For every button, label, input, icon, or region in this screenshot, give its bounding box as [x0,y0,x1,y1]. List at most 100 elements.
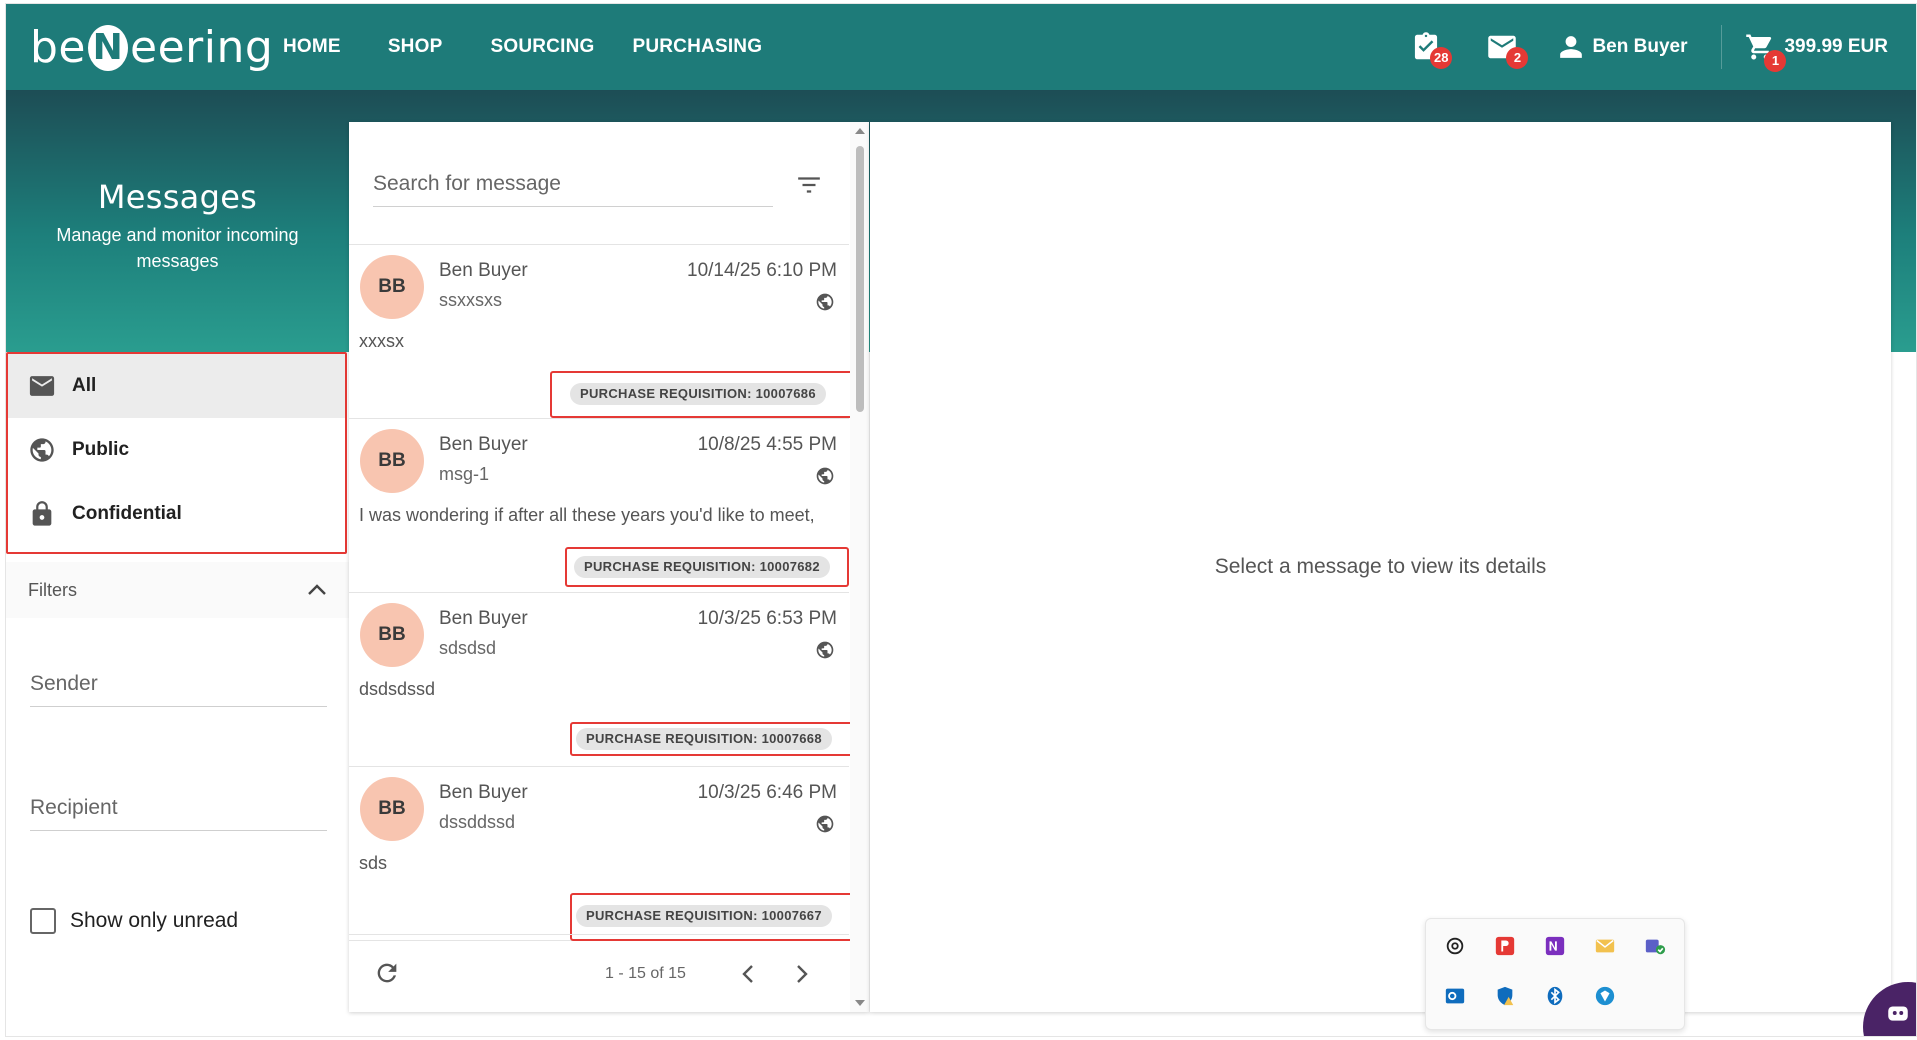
user-name: Ben Buyer [1592,36,1688,57]
folder-label: Confidential [72,503,182,524]
pagination-range: 1 - 15 of 15 [605,965,686,982]
mail-button[interactable]: 2 [1482,27,1529,69]
folder-label: All [72,375,97,396]
avatar: BB [360,777,424,841]
message-item[interactable]: BB Ben Buyer 10/14/25 6:10 PM ssxxsxs xx… [349,245,858,419]
folder-label: Public [72,439,130,460]
onenote-icon[interactable] [1544,935,1566,957]
folder-all[interactable]: All [8,354,345,418]
message-date: 10/14/25 6:10 PM [687,260,837,281]
app-window: be Neering HOME SHOP SOURCING PURCHASING … [5,3,1917,1037]
brand-logo[interactable]: be Neering [30,22,273,73]
message-list-panel: Search for message BB Ben Buyer 10/14/25… [349,122,869,1012]
cart-badge: 1 [1764,50,1787,72]
globe-icon [816,293,834,311]
message-sender: Ben Buyer [439,608,528,629]
header-actions: 28 2 Ben Buyer 1 399.99 EUR [1406,4,1916,90]
message-sender: Ben Buyer [439,260,528,281]
unread-label: Show only unread [70,909,239,932]
message-item[interactable]: BB Ben Buyer 10/8/25 4:55 PM msg-1 I was… [349,419,849,593]
tasks-button[interactable]: 28 [1406,27,1453,69]
recipient-placeholder: Recipient [30,796,118,819]
mail-icon [29,376,55,396]
bluetooth-icon[interactable] [1544,985,1566,1007]
requisition-tag[interactable]: PURCHASE REQUISITION: 10007686 [570,383,826,405]
tasks-badge: 28 [1429,47,1453,69]
message-date: 10/8/25 4:55 PM [697,434,837,455]
filter-icon[interactable] [796,174,822,196]
message-date: 10/3/25 6:46 PM [697,782,837,803]
sender-placeholder: Sender [30,672,98,695]
messages-sidebar: All Public Confidential Filters Sender R… [6,352,349,1036]
person-icon [1560,36,1583,58]
nav-purchasing[interactable]: PURCHASING [632,36,781,58]
logo-suffix: eering [130,22,274,73]
vpn-icon[interactable] [1594,985,1616,1007]
nav-shop[interactable]: SHOP [388,36,491,58]
avatar: BB [360,255,424,319]
mail-app-icon[interactable] [1594,935,1616,957]
mail-badge: 2 [1506,47,1529,69]
top-navigation-bar: be Neering HOME SHOP SOURCING PURCHASING … [6,4,1916,90]
page-title: Messages [97,178,258,216]
message-subject: ssxxsxs [439,290,502,310]
globe-icon [30,438,54,462]
security-shield-icon[interactable] [1494,985,1516,1007]
message-subject: dssddssd [439,812,516,832]
checkbox-box[interactable] [30,908,56,934]
lock-icon [32,501,52,526]
teams-icon[interactable] [1644,935,1666,957]
sender-field[interactable]: Sender [30,672,327,707]
nav-home[interactable]: HOME [278,36,388,58]
avatar: BB [360,429,424,493]
message-preview: I was wondering if after all these years… [359,505,815,525]
chevron-right-icon[interactable] [795,964,809,984]
folder-confidential[interactable]: Confidential [8,482,345,546]
message-item[interactable]: BB Ben Buyer 10/3/25 6:46 PM dssddssd sd… [349,767,855,941]
requisition-tag[interactable]: PURCHASE REQUISITION: 10007667 [576,905,832,927]
cart-button[interactable]: 1 399.99 EUR [1744,32,1888,72]
folder-public[interactable]: Public [8,418,345,482]
unread-only-checkbox[interactable]: Show only unread [30,908,238,934]
scroll-down-arrow[interactable] [855,1000,865,1006]
hero-heading: Messages Manage and monitor incoming mes… [6,178,349,274]
scroll-up-arrow[interactable] [855,128,865,134]
system-tray-popup [1425,918,1685,1030]
message-sender: Ben Buyer [439,782,528,803]
logo-letter: N [88,24,128,71]
message-subject: sdsdsd [439,638,497,658]
requisition-tag[interactable]: PURCHASE REQUISITION: 10007668 [576,728,832,750]
globe-icon [816,641,834,659]
user-menu[interactable]: Ben Buyer [1558,34,1687,60]
chevron-up-icon [308,584,326,595]
recipient-field[interactable]: Recipient [30,796,327,831]
avatar: BB [360,603,424,667]
robot-icon [1888,1006,1908,1021]
search-input[interactable]: Search for message [373,172,773,207]
message-sender: Ben Buyer [439,434,528,455]
globe-icon [816,467,834,485]
refresh-icon[interactable] [373,959,401,987]
globe-icon [816,815,834,833]
message-preview: dsdsdssd [359,679,436,699]
filters-toggle[interactable]: Filters [6,562,349,618]
cart-total: 399.99 EUR [1784,36,1888,57]
chevron-left-icon[interactable] [741,964,755,984]
chatgpt-icon[interactable] [1444,935,1466,957]
message-preview: sds [359,853,388,873]
logo-prefix: be [30,22,86,73]
message-item[interactable]: BB Ben Buyer 10/3/25 6:53 PM sdsdsd dsds… [349,593,855,767]
requisition-tag[interactable]: PURCHASE REQUISITION: 10007682 [574,556,830,578]
pdf-reader-icon[interactable] [1494,935,1516,957]
outlook-icon[interactable] [1444,985,1466,1007]
main-nav: HOME SHOP SOURCING PURCHASING [278,4,781,90]
filters-title: Filters [28,579,77,600]
page-subtitle: Manage and monitor incoming messages [56,225,299,271]
nav-sourcing[interactable]: SOURCING [490,36,632,58]
list-scrollbar[interactable] [850,122,869,1012]
folder-list: All Public Confidential [6,352,347,554]
search-placeholder: Search for message [373,172,561,195]
list-pagination: 1 - 15 of 15 [349,934,849,1012]
header-divider [1721,25,1723,69]
scroll-thumb[interactable] [856,146,864,412]
